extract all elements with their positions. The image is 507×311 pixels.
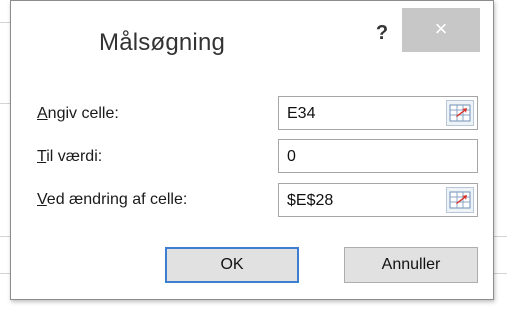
to-value-label-accel: T bbox=[37, 148, 47, 165]
by-changing-label-accel: V bbox=[37, 191, 47, 208]
grid-line bbox=[494, 236, 507, 237]
to-value-input[interactable]: 0 bbox=[278, 139, 478, 173]
range-picker-icon bbox=[449, 104, 471, 122]
grid-line bbox=[0, 273, 10, 274]
by-changing-cell-value: $E$28 bbox=[287, 192, 334, 209]
dialog-title: Målsøgning bbox=[99, 29, 226, 56]
set-cell-label-text: ngiv celle: bbox=[47, 105, 119, 122]
set-cell-range-picker-button[interactable] bbox=[446, 100, 474, 126]
by-changing-label-text: ed ændring af celle: bbox=[46, 191, 188, 208]
grid-line bbox=[0, 22, 10, 23]
range-picker-icon bbox=[449, 191, 471, 209]
to-value-label-text: il værdi: bbox=[46, 148, 103, 165]
close-button[interactable]: × bbox=[402, 8, 480, 52]
to-value-label: Til værdi: bbox=[37, 148, 102, 166]
help-button[interactable]: ? bbox=[367, 15, 397, 51]
ok-button[interactable]: OK bbox=[165, 247, 299, 283]
set-cell-value: E34 bbox=[287, 105, 316, 122]
set-cell-label-accel: A bbox=[37, 105, 48, 122]
grid-line bbox=[494, 273, 507, 274]
to-value-value: 0 bbox=[287, 148, 296, 165]
goal-seek-dialog: Målsøgning ? × Angiv celle: E34 Til værd… bbox=[10, 0, 494, 300]
title-bar: Målsøgning ? × bbox=[11, 1, 493, 79]
set-cell-label: Angiv celle: bbox=[37, 105, 119, 123]
by-changing-range-picker-button[interactable] bbox=[446, 187, 474, 213]
cancel-button[interactable]: Annuller bbox=[344, 247, 478, 283]
by-changing-cell-input[interactable]: $E$28 bbox=[278, 183, 478, 217]
grid-line bbox=[0, 103, 10, 104]
grid-line bbox=[0, 236, 10, 237]
set-cell-input[interactable]: E34 bbox=[278, 96, 478, 130]
close-icon: × bbox=[434, 16, 448, 41]
by-changing-cell-label: Ved ændring af celle: bbox=[37, 191, 187, 209]
